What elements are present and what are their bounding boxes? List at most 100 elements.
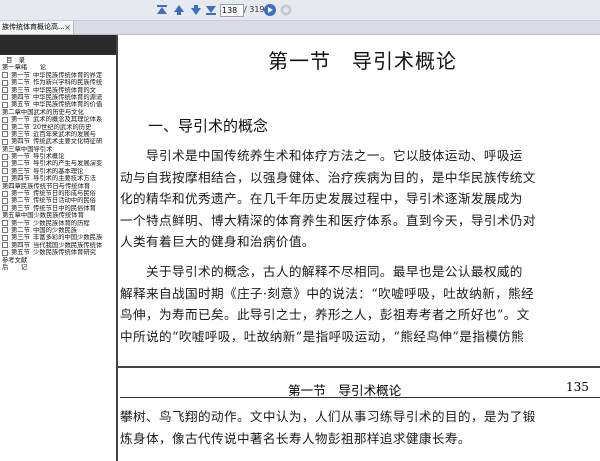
toc-item-label: 丰富多彩的中国少数民族: [33, 234, 103, 242]
go-icon[interactable]: [263, 3, 277, 17]
toc-item-number: 第四节: [11, 241, 30, 249]
toc-item[interactable]: 第一节 中华民族传统体育的界定: [2, 72, 116, 79]
toc-item[interactable]: 第四节 导引术的主要技术方法: [2, 175, 116, 182]
toc-item-label: 后 记: [2, 263, 28, 271]
toc-item-number: 第二节: [11, 197, 30, 205]
toc-item-number: 第四节: [11, 175, 30, 183]
expand-box-icon[interactable]: [2, 116, 8, 123]
expand-box-icon[interactable]: [2, 220, 8, 227]
toc-item[interactable]: 第二节 传统节日活动中的民俗: [2, 197, 116, 204]
document-tab[interactable]: 族传统体育概论高... ×: [0, 21, 74, 34]
toc-item-number: 第五节: [11, 101, 30, 109]
toc-item[interactable]: 第一节 导引术概论: [2, 153, 116, 160]
toc-item-label: 传统节日中的民俗体育: [33, 204, 96, 212]
toc-item[interactable]: 第三节 丰富多彩的中国少数民族: [2, 234, 116, 241]
expand-box-icon[interactable]: [2, 242, 8, 249]
text-line: 动与自我按摩相结合，以强身健体、治疗疾病为目的，是中华民族传统文: [120, 169, 536, 185]
paragraph-1: 导引术是中国传统养生术和体疗方法之一。它以肢体运动、呼吸运 动与自我按摩相结合，以…: [120, 145, 598, 253]
expand-box-icon[interactable]: [2, 131, 8, 138]
toc-item[interactable]: 第五章中国少数民族传统体育: [2, 212, 116, 219]
expand-box-icon[interactable]: [2, 227, 8, 234]
expand-box-icon[interactable]: [2, 168, 8, 175]
document-view: 第一节 导引术概论 一、导引术的概念 导引术是中国传统养生术和体疗方法之一。它以…: [118, 35, 600, 461]
toc-item[interactable]: 第三章中国导引术: [2, 146, 116, 153]
toc-list: 目 录第一章绪 论第一节 中华民族传统体育的界定 第二节 作为新兴学科的民族传统 第三节…: [2, 57, 116, 271]
expand-box-icon[interactable]: [2, 87, 8, 94]
header-rule: [120, 397, 600, 398]
toc-item-number: 第二节: [11, 123, 30, 131]
toc-item-label: 第二章中国武术的历史与文化: [2, 108, 84, 116]
toc-item[interactable]: 后 记: [2, 264, 116, 271]
toc-item[interactable]: 第四章民族传统节日与传统体育: [2, 183, 116, 190]
toc-item[interactable]: 第五节 中华民族传统体育的价值: [2, 101, 116, 108]
toc-item-label: 传统节日活动中的民俗: [33, 197, 96, 205]
expand-box-icon[interactable]: [2, 94, 8, 101]
toc-item[interactable]: 第五节 少数民族传统体育研究: [2, 249, 116, 256]
toc-item-label: 传统武术主要文化特征研: [33, 138, 103, 146]
toc-item-number: 第一节: [11, 71, 30, 79]
toc-item[interactable]: 第二节 20世纪的武术的历史: [2, 124, 116, 131]
toc-item[interactable]: 第三节 传统节日中的民俗体育: [2, 205, 116, 212]
toc-item[interactable]: 参考文献: [2, 257, 116, 264]
stop-icon[interactable]: [279, 3, 293, 17]
toc-item-label: 导引术的主要技术方法: [33, 175, 96, 183]
toc-item[interactable]: 第四节 当代我国少数民族传统体: [2, 242, 116, 249]
toc-item[interactable]: 第四节 传统武术主要文化特征研: [2, 138, 116, 145]
toc-item-label: 当代我国少数民族传统体: [33, 241, 103, 249]
toc-item-number: 第三节: [11, 234, 30, 242]
toc-item-label: 第三章中国导引术: [2, 145, 53, 153]
toc-item[interactable]: 第二章中国武术的历史与文化: [2, 109, 116, 116]
expand-box-icon[interactable]: [2, 138, 8, 145]
expand-box-icon[interactable]: [2, 249, 8, 256]
toc-item[interactable]: 目 录: [2, 57, 116, 64]
toc-item-label: 武术的概念及其理论体系: [33, 116, 103, 124]
close-icon[interactable]: ×: [64, 21, 71, 34]
next-page-icon[interactable]: [189, 3, 203, 17]
toc-item-number: 第二节: [11, 160, 30, 168]
expand-box-icon[interactable]: [2, 197, 8, 204]
toc-item[interactable]: 第二节 中国的少数民族: [2, 227, 116, 234]
toc-item-number: 第四节: [11, 138, 30, 146]
toc-item[interactable]: 第一节 武术的概念及其理论体系: [2, 116, 116, 123]
expand-box-icon[interactable]: [2, 72, 8, 79]
text-line: 炼身体，像古代传说中著名长寿人物彭祖那样追求健康长寿。: [120, 430, 471, 446]
last-page-icon[interactable]: [204, 3, 218, 17]
text-line: 关于导引术的概念，古人的解释不尽相同。最早也是公认最权威的: [120, 264, 523, 279]
toc-item-label: 导引术的基本理论: [33, 167, 84, 175]
toc-item-label: 第一章绪 论: [2, 64, 47, 72]
toc-item[interactable]: 第一节 传统节日的形成与民俗: [2, 190, 116, 197]
toc-item[interactable]: 第四节 中华民族传统体育的源流: [2, 94, 116, 101]
toc-item-number: 第四节: [11, 93, 30, 101]
toc-item-label: 中华民族传统体育的源流: [33, 93, 103, 101]
toc-item[interactable]: 第三节 导引术的基本理论: [2, 168, 116, 175]
text-line: 中所说的“吹嘘呼吸，吐故纳新”是指呼吸运动，“熊经鸟伸”是指模仿熊: [120, 328, 525, 344]
previous-page-icon[interactable]: [172, 3, 186, 17]
toc-item-label: 少数民族传统体育研究: [33, 249, 96, 257]
expand-box-icon[interactable]: [2, 153, 8, 160]
toc-item-label: 中华民族传统体育的文: [33, 86, 96, 94]
toc-item[interactable]: 第三节 近百年来武术的发展与: [2, 131, 116, 138]
toc-item-label: 20世纪的武术的历史: [33, 123, 92, 131]
expand-box-icon[interactable]: [2, 124, 8, 131]
toc-item-label: 中华民族传统体育的价值: [33, 101, 103, 109]
toc-item-label: 第五章中国少数民族传统体育: [2, 212, 84, 220]
expand-box-icon[interactable]: [2, 175, 8, 182]
first-page-icon[interactable]: [155, 3, 169, 17]
page-number-input[interactable]: 138: [220, 4, 244, 17]
toc-item[interactable]: 第一节 少数民族体育的历程: [2, 220, 116, 227]
page-total-label: / 319: [244, 5, 265, 14]
toc-item-number: 第三节: [11, 167, 30, 175]
expand-box-icon[interactable]: [2, 234, 8, 241]
toc-item-number: 第一节: [11, 219, 30, 227]
toc-item[interactable]: 第一章绪 论: [2, 64, 116, 71]
expand-box-icon[interactable]: [2, 205, 8, 212]
expand-box-icon[interactable]: [2, 101, 8, 108]
toc-item[interactable]: 第三节 中华民族传统体育的文: [2, 87, 116, 94]
toc-item[interactable]: 第二节 作为新兴学科的民族传统: [2, 79, 116, 86]
toc-item-label: 中华民族传统体育的界定: [33, 71, 103, 79]
expand-box-icon[interactable]: [2, 79, 8, 86]
expand-box-icon[interactable]: [2, 160, 8, 167]
toc-item[interactable]: 第二节 导引术的产生与发展演变: [2, 160, 116, 167]
toc-item-label: 参考文献: [2, 256, 28, 264]
expand-box-icon[interactable]: [2, 190, 8, 197]
